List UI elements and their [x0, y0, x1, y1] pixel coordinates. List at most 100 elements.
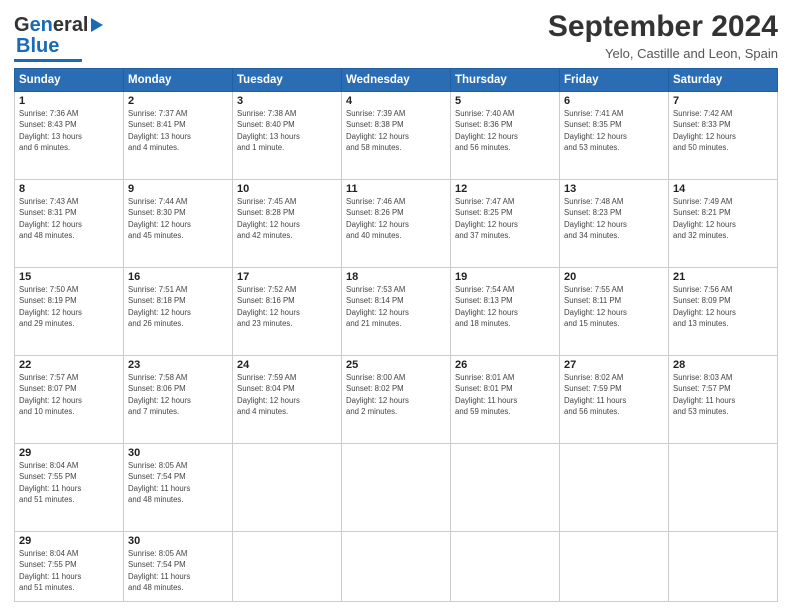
table-row: 26Sunrise: 8:01 AMSunset: 8:01 PMDayligh… [451, 356, 560, 444]
day-number: 25 [346, 359, 446, 371]
day-number: 8 [19, 183, 119, 195]
table-row: 17Sunrise: 7:52 AMSunset: 8:16 PMDayligh… [233, 268, 342, 356]
table-row: 25Sunrise: 8:00 AMSunset: 8:02 PMDayligh… [342, 356, 451, 444]
day-number: 28 [673, 359, 773, 371]
day-info: Sunrise: 7:44 AMSunset: 8:30 PMDaylight:… [128, 196, 228, 241]
table-row: 8Sunrise: 7:43 AMSunset: 8:31 PMDaylight… [15, 180, 124, 268]
table-row: 4Sunrise: 7:39 AMSunset: 8:38 PMDaylight… [342, 92, 451, 180]
day-number: 22 [19, 359, 119, 371]
day-info: Sunrise: 7:53 AMSunset: 8:14 PMDaylight:… [346, 284, 446, 329]
col-wednesday: Wednesday [342, 69, 451, 92]
day-info: Sunrise: 7:51 AMSunset: 8:18 PMDaylight:… [128, 284, 228, 329]
table-row: 29Sunrise: 8:04 AMSunset: 7:55 PMDayligh… [15, 532, 124, 602]
table-row: 23Sunrise: 7:58 AMSunset: 8:06 PMDayligh… [124, 356, 233, 444]
day-number: 14 [673, 183, 773, 195]
day-number: 7 [673, 95, 773, 107]
day-info: Sunrise: 7:41 AMSunset: 8:35 PMDaylight:… [564, 108, 664, 153]
table-row [342, 532, 451, 602]
day-info: Sunrise: 7:38 AMSunset: 8:40 PMDaylight:… [237, 108, 337, 153]
day-info: Sunrise: 8:04 AMSunset: 7:55 PMDaylight:… [19, 548, 119, 593]
day-number: 15 [19, 271, 119, 283]
table-row [233, 532, 342, 602]
day-info: Sunrise: 7:55 AMSunset: 8:11 PMDaylight:… [564, 284, 664, 329]
table-row [451, 532, 560, 602]
day-info: Sunrise: 8:05 AMSunset: 7:54 PMDaylight:… [128, 460, 228, 505]
day-number: 29 [19, 535, 119, 547]
table-row [233, 444, 342, 532]
day-info: Sunrise: 8:05 AMSunset: 7:54 PMDaylight:… [128, 548, 228, 593]
day-number: 1 [19, 95, 119, 107]
table-row: 24Sunrise: 7:59 AMSunset: 8:04 PMDayligh… [233, 356, 342, 444]
day-info: Sunrise: 7:57 AMSunset: 8:07 PMDaylight:… [19, 372, 119, 417]
day-number: 2 [128, 95, 228, 107]
table-row: 1Sunrise: 7:36 AMSunset: 8:43 PMDaylight… [15, 92, 124, 180]
col-monday: Monday [124, 69, 233, 92]
table-row [451, 444, 560, 532]
day-number: 16 [128, 271, 228, 283]
day-info: Sunrise: 7:40 AMSunset: 8:36 PMDaylight:… [455, 108, 555, 153]
day-info: Sunrise: 8:02 AMSunset: 7:59 PMDaylight:… [564, 372, 664, 417]
col-friday: Friday [560, 69, 669, 92]
table-row: 21Sunrise: 7:56 AMSunset: 8:09 PMDayligh… [669, 268, 778, 356]
table-row [342, 444, 451, 532]
table-row: 7Sunrise: 7:42 AMSunset: 8:33 PMDaylight… [669, 92, 778, 180]
day-number: 23 [128, 359, 228, 371]
col-saturday: Saturday [669, 69, 778, 92]
calendar-header-row: Sunday Monday Tuesday Wednesday Thursday… [15, 69, 778, 92]
day-number: 18 [346, 271, 446, 283]
day-info: Sunrise: 8:04 AMSunset: 7:55 PMDaylight:… [19, 460, 119, 505]
col-tuesday: Tuesday [233, 69, 342, 92]
logo-text-en: en [30, 14, 53, 37]
calendar-title: September 2024 [548, 10, 778, 44]
table-row: 28Sunrise: 8:03 AMSunset: 7:57 PMDayligh… [669, 356, 778, 444]
day-number: 20 [564, 271, 664, 283]
day-info: Sunrise: 7:37 AMSunset: 8:41 PMDaylight:… [128, 108, 228, 153]
day-info: Sunrise: 8:03 AMSunset: 7:57 PMDaylight:… [673, 372, 773, 417]
day-info: Sunrise: 7:54 AMSunset: 8:13 PMDaylight:… [455, 284, 555, 329]
day-info: Sunrise: 7:56 AMSunset: 8:09 PMDaylight:… [673, 284, 773, 329]
title-block: September 2024 Yelo, Castille and Leon, … [548, 10, 778, 61]
table-row [669, 444, 778, 532]
logo-underline [14, 59, 82, 62]
header: G en eral Blue September 2024 Yelo, Cast… [14, 10, 778, 62]
table-row: 10Sunrise: 7:45 AMSunset: 8:28 PMDayligh… [233, 180, 342, 268]
table-row: 22Sunrise: 7:57 AMSunset: 8:07 PMDayligh… [15, 356, 124, 444]
table-row: 13Sunrise: 7:48 AMSunset: 8:23 PMDayligh… [560, 180, 669, 268]
calendar-subtitle: Yelo, Castille and Leon, Spain [548, 46, 778, 61]
day-info: Sunrise: 7:59 AMSunset: 8:04 PMDaylight:… [237, 372, 337, 417]
table-row: 30Sunrise: 8:05 AMSunset: 7:54 PMDayligh… [124, 532, 233, 602]
day-info: Sunrise: 7:49 AMSunset: 8:21 PMDaylight:… [673, 196, 773, 241]
table-row: 5Sunrise: 7:40 AMSunset: 8:36 PMDaylight… [451, 92, 560, 180]
day-number: 6 [564, 95, 664, 107]
day-number: 5 [455, 95, 555, 107]
day-number: 12 [455, 183, 555, 195]
day-info: Sunrise: 7:36 AMSunset: 8:43 PMDaylight:… [19, 108, 119, 153]
day-number: 26 [455, 359, 555, 371]
day-info: Sunrise: 7:58 AMSunset: 8:06 PMDaylight:… [128, 372, 228, 417]
logo-text-eral: eral [53, 14, 89, 37]
day-number: 4 [346, 95, 446, 107]
day-info: Sunrise: 8:00 AMSunset: 8:02 PMDaylight:… [346, 372, 446, 417]
page: G en eral Blue September 2024 Yelo, Cast… [0, 0, 792, 612]
table-row: 2Sunrise: 7:37 AMSunset: 8:41 PMDaylight… [124, 92, 233, 180]
table-row [560, 532, 669, 602]
day-info: Sunrise: 8:01 AMSunset: 8:01 PMDaylight:… [455, 372, 555, 417]
table-row: 18Sunrise: 7:53 AMSunset: 8:14 PMDayligh… [342, 268, 451, 356]
day-info: Sunrise: 7:48 AMSunset: 8:23 PMDaylight:… [564, 196, 664, 241]
logo: G en eral Blue [14, 10, 103, 62]
day-info: Sunrise: 7:42 AMSunset: 8:33 PMDaylight:… [673, 108, 773, 153]
logo-blue-label: Blue [16, 35, 59, 58]
table-row: 19Sunrise: 7:54 AMSunset: 8:13 PMDayligh… [451, 268, 560, 356]
day-number: 19 [455, 271, 555, 283]
day-number: 21 [673, 271, 773, 283]
day-info: Sunrise: 7:39 AMSunset: 8:38 PMDaylight:… [346, 108, 446, 153]
day-info: Sunrise: 7:50 AMSunset: 8:19 PMDaylight:… [19, 284, 119, 329]
col-sunday: Sunday [15, 69, 124, 92]
day-number: 30 [128, 535, 228, 547]
day-number: 30 [128, 447, 228, 459]
table-row: 15Sunrise: 7:50 AMSunset: 8:19 PMDayligh… [15, 268, 124, 356]
day-info: Sunrise: 7:47 AMSunset: 8:25 PMDaylight:… [455, 196, 555, 241]
table-row: 27Sunrise: 8:02 AMSunset: 7:59 PMDayligh… [560, 356, 669, 444]
calendar-table: Sunday Monday Tuesday Wednesday Thursday… [14, 68, 778, 602]
day-info: Sunrise: 7:46 AMSunset: 8:26 PMDaylight:… [346, 196, 446, 241]
